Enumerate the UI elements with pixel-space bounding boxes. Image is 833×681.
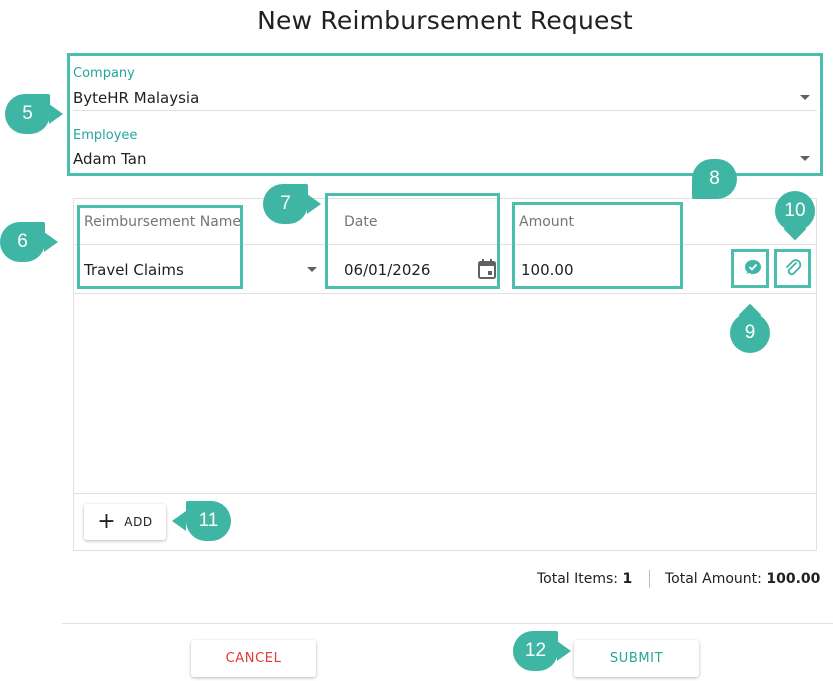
caret-down-icon bbox=[800, 95, 810, 100]
table-row-divider bbox=[74, 293, 816, 294]
comment-check-icon[interactable] bbox=[742, 259, 762, 277]
callout-6-pointer bbox=[44, 232, 58, 252]
company-field[interactable]: Company ByteHR Malaysia bbox=[73, 66, 817, 111]
dialog-title: New Reimbursement Request bbox=[257, 6, 633, 35]
company-label: Company bbox=[73, 66, 135, 81]
callout-7: 7 bbox=[263, 184, 308, 224]
company-underline bbox=[73, 110, 817, 111]
amount-highlight bbox=[512, 202, 683, 289]
callout-5: 5 bbox=[5, 94, 50, 134]
callout-5-pointer bbox=[49, 104, 63, 124]
caret-down-icon bbox=[307, 267, 317, 272]
callout-11: 11 bbox=[186, 501, 231, 541]
table-footer-divider bbox=[74, 493, 816, 494]
date-highlight bbox=[325, 193, 500, 289]
caret-down-icon bbox=[800, 156, 810, 161]
submit-button[interactable]: SUBMIT bbox=[574, 640, 699, 677]
callout-10: 10 bbox=[773, 191, 817, 247]
callout-12-pointer bbox=[557, 641, 571, 661]
callout-12: 12 bbox=[513, 631, 558, 671]
callout-9: 9 bbox=[730, 303, 770, 353]
callout-7-pointer bbox=[307, 194, 321, 214]
total-amount-value: 100.00 bbox=[766, 571, 821, 587]
paperclip-icon[interactable] bbox=[783, 257, 803, 279]
employee-label: Employee bbox=[73, 128, 138, 143]
total-items-label: Total Items: bbox=[537, 571, 619, 587]
add-label: ADD bbox=[124, 515, 153, 529]
total-amount-label: Total Amount: bbox=[665, 571, 762, 587]
reimbursement-name-highlight bbox=[77, 205, 243, 289]
summary-total-items: Total Items: 1 bbox=[537, 571, 632, 587]
add-row-button[interactable]: + ADD bbox=[84, 504, 166, 540]
callout-11-pointer bbox=[172, 511, 186, 531]
callout-6: 6 bbox=[0, 222, 45, 262]
footer-divider bbox=[62, 623, 833, 624]
employee-value: Adam Tan bbox=[73, 150, 147, 168]
company-value: ByteHR Malaysia bbox=[73, 89, 200, 107]
callout-8: 8 bbox=[692, 159, 737, 199]
plus-icon: + bbox=[97, 509, 117, 534]
callout-9-body: 9 bbox=[730, 313, 770, 353]
summary-total-amount: Total Amount: 100.00 bbox=[665, 571, 820, 587]
summary-divider bbox=[649, 570, 650, 588]
cancel-button[interactable]: CANCEL bbox=[191, 640, 316, 677]
total-items-value: 1 bbox=[622, 571, 633, 587]
